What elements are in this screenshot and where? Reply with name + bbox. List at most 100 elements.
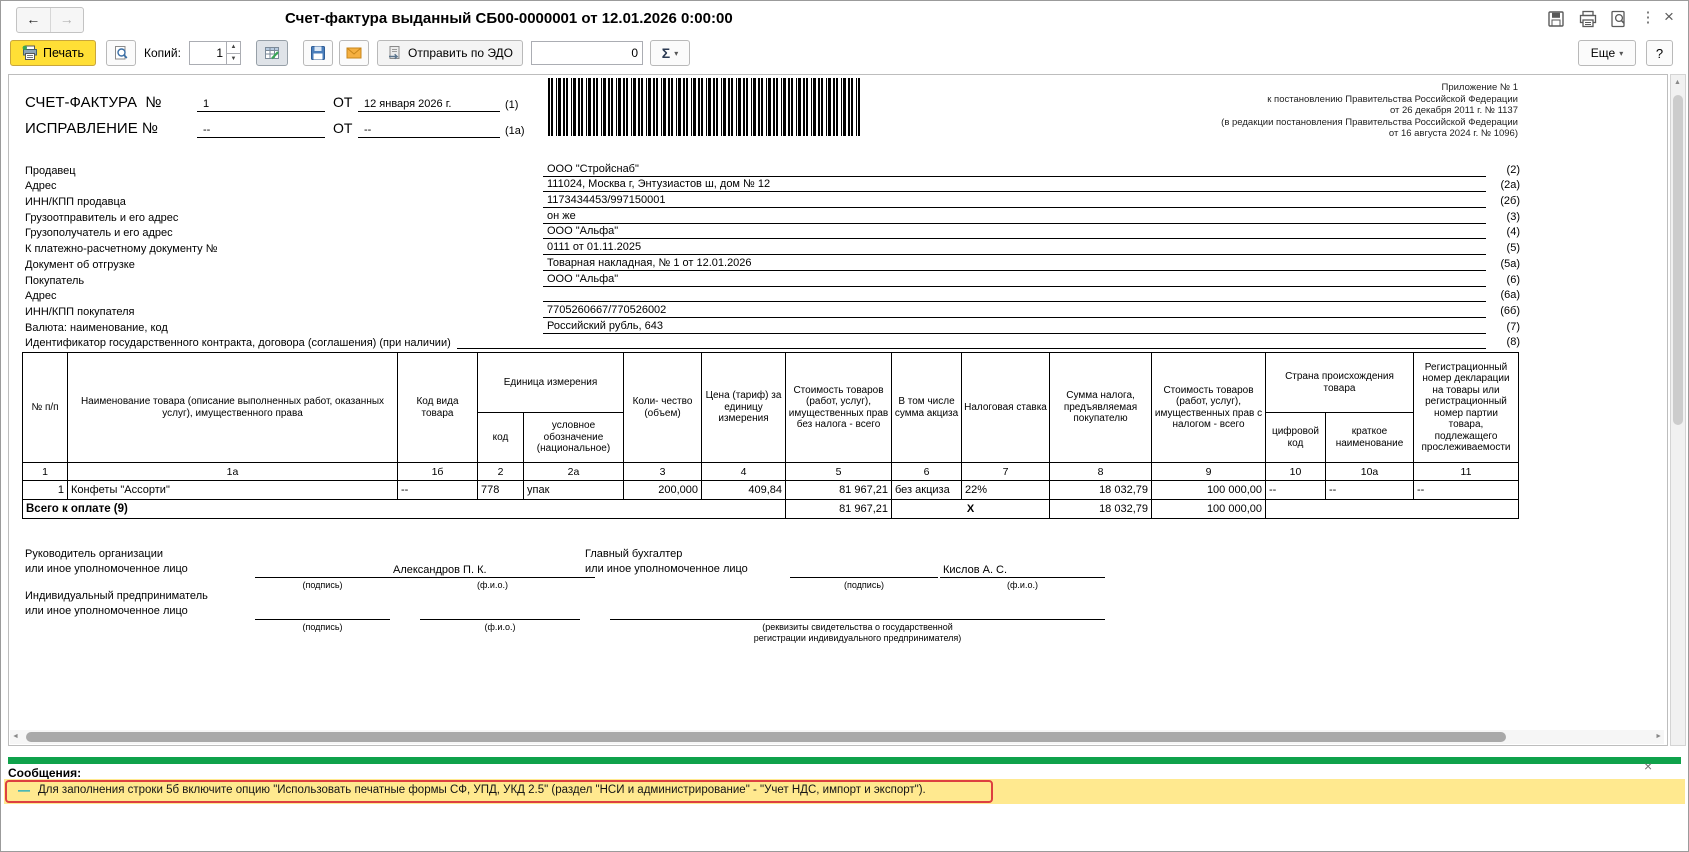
col-header-num: № п/п bbox=[22, 352, 68, 463]
goods-table: № п/п Наименование товара (описание выпо… bbox=[22, 352, 1519, 519]
copies-spin-buttons: ▲ ▼ bbox=[226, 42, 240, 64]
entrepreneur-certificate-line bbox=[610, 604, 1105, 620]
entrepreneur-name-line bbox=[420, 604, 580, 620]
head-signature-caption: (подпись) bbox=[302, 580, 343, 590]
total-label: Всего к оплате (9) bbox=[22, 499, 786, 519]
floppy-icon bbox=[310, 45, 326, 61]
copies-label: Копий: bbox=[144, 46, 181, 60]
col-header-unit-group: Единица измерения bbox=[477, 352, 624, 413]
send-email-button[interactable] bbox=[339, 40, 369, 66]
entrepreneur-title: Индивидуальный предприниматель или иное у… bbox=[25, 590, 208, 617]
field-row-gov-contract: Идентификатор государственного контракта… bbox=[25, 336, 1520, 350]
correction-line-ref: (1а) bbox=[505, 125, 525, 137]
total-cost-wo-tax: 81 967,21 bbox=[785, 499, 892, 519]
table-row: 1 Конфеты "Ассорти" -- 778 упак 200,000 … bbox=[22, 480, 1519, 500]
messages-close-icon[interactable]: × bbox=[1644, 758, 1652, 774]
col-header-tax-rate: Налоговая ставка bbox=[961, 352, 1050, 463]
col-header-cost-with-tax: Стоимость товаров (работ, услуг), имущес… bbox=[1151, 352, 1266, 463]
edo-button-label: Отправить по ЭДО bbox=[407, 46, 514, 60]
sum-dropdown-icon: ▾ bbox=[674, 48, 679, 58]
head-signature-title: Руководитель организации или иное уполном… bbox=[25, 548, 188, 575]
scroll-up-icon[interactable]: ▲ bbox=[1674, 76, 1681, 90]
print-button[interactable]: Печать bbox=[10, 40, 96, 66]
window-close-icon[interactable]: × bbox=[1661, 7, 1677, 27]
field-row-seller-address: Адрес 111024, Москва г, Энтузиастов ш, до… bbox=[25, 178, 1520, 193]
entrepreneur-certificate-caption: (реквизиты свидетельства о государственн… bbox=[753, 622, 962, 643]
col-header-cost-wo-tax: Стоимость товаров (работ, услуг), имущес… bbox=[785, 352, 892, 463]
save-file-button[interactable] bbox=[303, 40, 333, 66]
copies-stepper[interactable]: 1 ▲ ▼ bbox=[189, 41, 241, 65]
print-preview-button[interactable] bbox=[106, 40, 136, 66]
col-header-country-name: краткое наименование bbox=[1325, 412, 1414, 463]
print-preview-icon bbox=[113, 45, 129, 61]
accountant-signature-title: Главный бухгалтер или иное уполномоченное… bbox=[585, 548, 748, 575]
field-row-currency: Валюта: наименование, код Российский рубл… bbox=[25, 319, 1520, 334]
accountant-signature-caption: (подпись) bbox=[843, 580, 885, 590]
help-button[interactable]: ? bbox=[1646, 40, 1673, 66]
invoice-date-value: 12 января 2026 г. bbox=[358, 92, 500, 112]
legal-reference-text: Приложение № 1 к постановлению Правитель… bbox=[1221, 82, 1518, 140]
total-cost-with-tax: 100 000,00 bbox=[1151, 499, 1266, 519]
correction-title-label: ИСПРАВЛЕНИЕ № bbox=[25, 120, 158, 137]
field-row-seller: Продавец ООО "Стройснаб" (2) bbox=[25, 162, 1520, 177]
entrepreneur-signature-caption: (подпись) bbox=[302, 622, 343, 632]
messages-title: Сообщения: bbox=[8, 766, 82, 780]
correction-number-value: -- bbox=[197, 118, 325, 138]
total-x: X bbox=[891, 499, 1050, 519]
forward-button[interactable]: → bbox=[49, 8, 84, 32]
more-dropdown-icon: ▾ bbox=[1619, 48, 1624, 58]
total-tax: 18 032,79 bbox=[1049, 499, 1152, 519]
message-bullet-icon: — bbox=[18, 783, 30, 797]
more-button[interactable]: Еще ▾ bbox=[1578, 40, 1636, 66]
head-signature-line bbox=[255, 562, 390, 578]
horizontal-scrollbar[interactable]: ◄ ► bbox=[10, 730, 1664, 744]
sigma-icon: Σ bbox=[661, 45, 671, 61]
spin-down-icon[interactable]: ▼ bbox=[227, 54, 240, 65]
spin-up-icon[interactable]: ▲ bbox=[227, 42, 240, 54]
vertical-scrollbar-thumb[interactable] bbox=[1673, 95, 1683, 425]
count-field[interactable]: 0 bbox=[531, 41, 643, 65]
total-row: Всего к оплате (9) 81 967,21 X 18 032,79… bbox=[22, 499, 1519, 519]
preview-icon[interactable] bbox=[1609, 9, 1629, 29]
field-row-shipper: Грузоотправитель и его адрес он же (3) bbox=[25, 209, 1520, 224]
entrepreneur-signature-line bbox=[255, 604, 390, 620]
table-edit-icon bbox=[264, 45, 280, 61]
entrepreneur-name-caption: (ф.и.о.) bbox=[484, 622, 516, 632]
field-row-buyer: Покупатель ООО "Альфа" (6) bbox=[25, 272, 1520, 287]
invoice-title-label: СЧЕТ-ФАКТУРА № bbox=[25, 94, 162, 111]
scroll-right-icon[interactable]: ► bbox=[1655, 730, 1662, 744]
invoice-from-label: ОТ bbox=[333, 94, 353, 110]
field-row-consignee: Грузополучатель и его адрес ООО "Альфа" (4… bbox=[25, 225, 1520, 240]
envelope-icon bbox=[346, 45, 362, 61]
col-header-tax-amount: Сумма налога, предъявляемая покупателю bbox=[1049, 352, 1152, 463]
column-numbers-row: 1 1а 1б 2 2а 3 45 67 89 10 10а 11 bbox=[22, 462, 1519, 481]
count-value: 0 bbox=[631, 46, 638, 60]
col-header-unit-code: код bbox=[477, 412, 524, 463]
message-text: Для заполнения строки 5б включите опцию … bbox=[38, 784, 926, 796]
table-settings-button[interactable] bbox=[256, 40, 288, 66]
scroll-left-icon[interactable]: ◄ bbox=[12, 730, 19, 744]
field-row-buyer-inn: ИНН/КПП покупателя 7705260667/770526002 (6… bbox=[25, 303, 1520, 318]
save-icon[interactable] bbox=[1546, 9, 1566, 29]
vertical-scrollbar[interactable]: ▲ bbox=[1670, 74, 1686, 746]
copies-value: 1 bbox=[216, 46, 223, 60]
col-header-country-code: цифровой код bbox=[1265, 412, 1326, 463]
kebab-menu-icon[interactable]: ⋮ bbox=[1640, 8, 1656, 28]
field-row-seller-inn: ИНН/КПП продавца 1173434453/997150001 (2б) bbox=[25, 194, 1520, 209]
print-icon[interactable] bbox=[1578, 9, 1598, 29]
correction-date-value: -- bbox=[358, 118, 500, 138]
head-name-line: Александров П. К. bbox=[390, 562, 595, 578]
accountant-name-line: Кислов А. С. bbox=[940, 562, 1105, 578]
col-header-unit-symbol: условное обозначение (национальное) bbox=[523, 412, 624, 463]
correction-from-label: ОТ bbox=[333, 120, 353, 136]
invoice-line-ref: (1) bbox=[505, 99, 519, 111]
status-separator-bar bbox=[8, 757, 1681, 764]
sum-button[interactable]: Σ ▾ bbox=[650, 40, 690, 66]
horizontal-scrollbar-thumb[interactable] bbox=[26, 732, 1506, 742]
edo-doc-icon bbox=[387, 45, 403, 61]
back-arrow-icon: ← bbox=[26, 11, 41, 27]
back-button[interactable]: ← bbox=[17, 8, 50, 32]
send-edo-button[interactable]: Отправить по ЭДО bbox=[377, 40, 523, 66]
field-row-shipping-doc: Документ об отгрузке Товарная накладная, … bbox=[25, 256, 1520, 271]
col-header-excise: В том числе сумма акциза bbox=[891, 352, 962, 463]
